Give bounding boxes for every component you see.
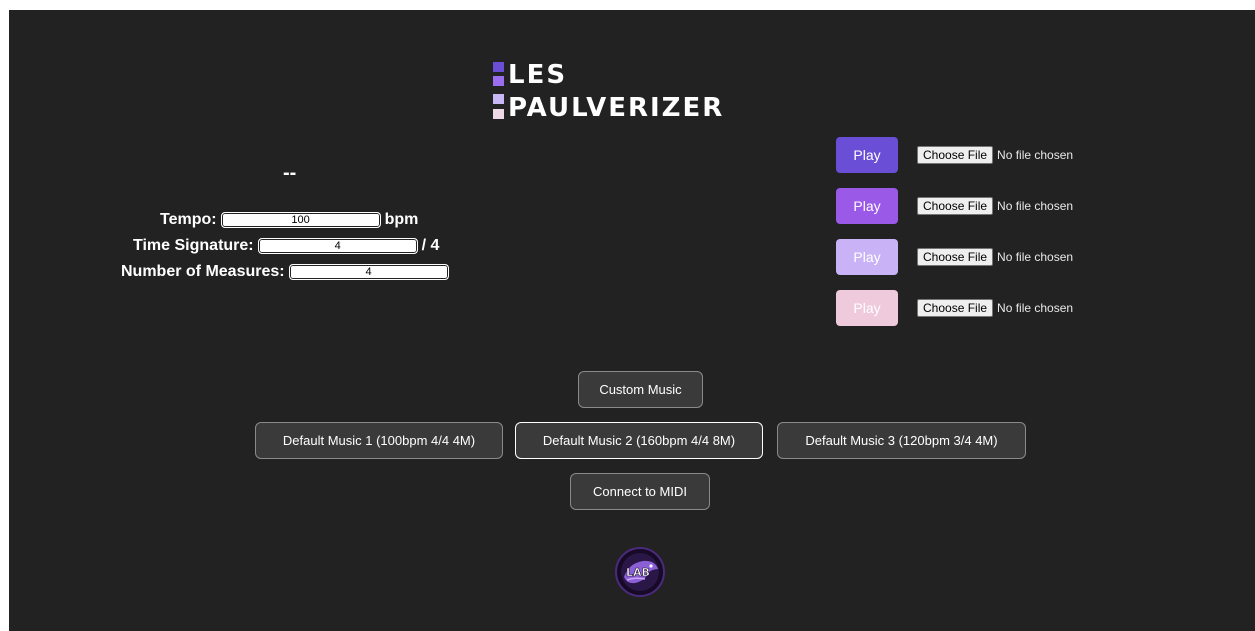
track-row-4: Play Choose File No file chosen	[836, 289, 1073, 327]
choose-file-button-2[interactable]: Choose File	[917, 197, 994, 215]
file-status-3: No file chosen	[997, 250, 1074, 264]
time-signature-label: Time Signature:	[133, 237, 254, 254]
tempo-input[interactable]	[220, 212, 381, 228]
lab-logo-text: LAB	[626, 566, 650, 579]
file-input-1: Choose File No file chosen	[917, 146, 1073, 164]
lab-logo-icon: LAB	[615, 547, 665, 597]
tempo-unit: bpm	[384, 211, 419, 228]
connect-midi-button[interactable]: Connect to MIDI	[570, 473, 710, 510]
play-button-1[interactable]: Play	[836, 137, 898, 173]
track-row-2: Play Choose File No file chosen	[836, 187, 1073, 225]
logo-bar-4	[493, 109, 504, 119]
play-button-2[interactable]: Play	[836, 188, 898, 224]
logo-title-line2: PAULVERIZER	[508, 93, 725, 123]
logo-bar-3	[493, 94, 504, 104]
time-signature-unit: / 4	[421, 237, 440, 254]
choose-file-button-3[interactable]: Choose File	[917, 248, 994, 266]
play-button-3[interactable]: Play	[836, 239, 898, 275]
file-input-3: Choose File No file chosen	[917, 248, 1073, 266]
file-status-4: No file chosen	[997, 301, 1074, 315]
tempo-row: Tempo: bpm	[160, 209, 418, 231]
default-music-1-button[interactable]: Default Music 1 (100bpm 4/4 4M)	[255, 422, 503, 459]
time-signature-row: Time Signature: / 4	[133, 235, 439, 257]
file-input-2: Choose File No file chosen	[917, 197, 1073, 215]
logo-title-line1: LES	[508, 60, 568, 90]
time-signature-input[interactable]	[257, 238, 418, 254]
custom-music-button[interactable]: Custom Music	[578, 371, 703, 408]
choose-file-button-4[interactable]: Choose File	[917, 299, 994, 317]
measures-label: Number of Measures:	[121, 263, 285, 280]
file-input-4: Choose File No file chosen	[917, 299, 1073, 317]
logo-bar-2	[493, 76, 504, 86]
choose-file-button-1[interactable]: Choose File	[917, 146, 994, 164]
file-status-1: No file chosen	[997, 148, 1074, 162]
tempo-label: Tempo:	[160, 211, 217, 228]
app-canvas: LES PAULVERIZER -- Tempo: bpm Time Signa…	[9, 10, 1255, 631]
measures-input[interactable]	[288, 264, 449, 280]
status-indicator: --	[283, 162, 297, 184]
logo-bar-1	[493, 62, 504, 72]
track-row-3: Play Choose File No file chosen	[836, 238, 1073, 276]
default-music-3-button[interactable]: Default Music 3 (120bpm 3/4 4M)	[777, 422, 1026, 459]
file-status-2: No file chosen	[997, 199, 1074, 213]
default-music-2-button[interactable]: Default Music 2 (160bpm 4/4 8M)	[515, 422, 763, 459]
play-button-4[interactable]: Play	[836, 290, 898, 326]
track-row-1: Play Choose File No file chosen	[836, 136, 1073, 174]
measures-row: Number of Measures:	[121, 261, 449, 283]
